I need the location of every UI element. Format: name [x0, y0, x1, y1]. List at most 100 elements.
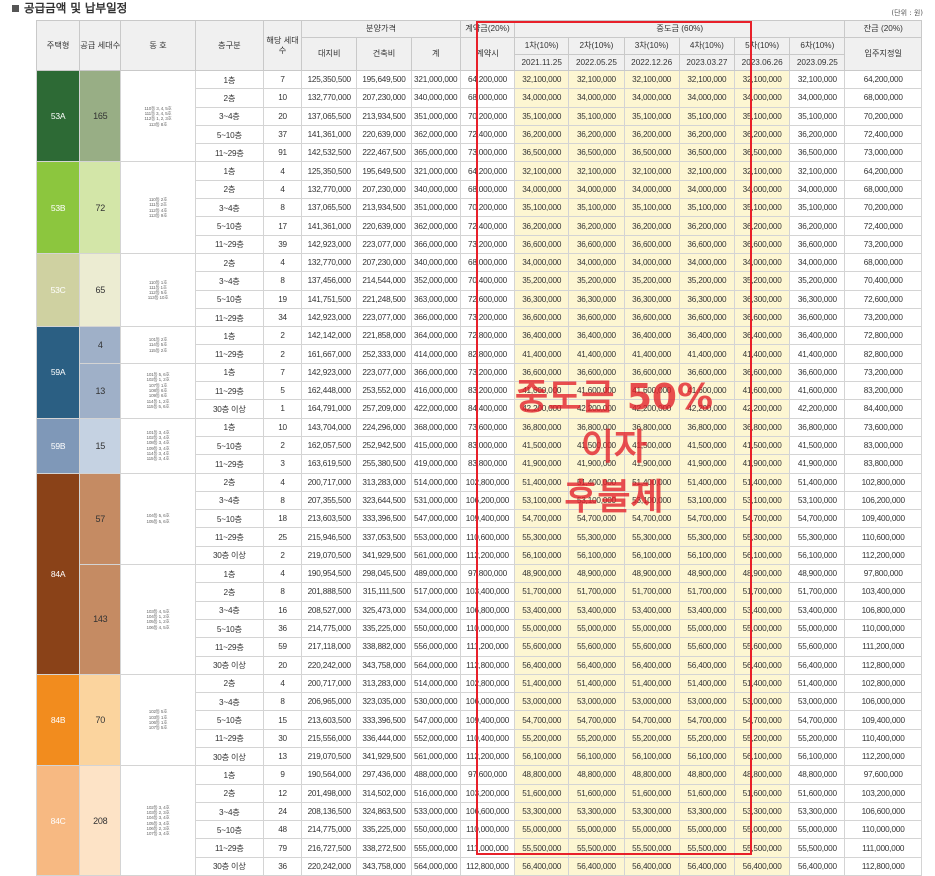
land-price-cell: 142,142,000 [301, 326, 358, 346]
building-price-cell: 315,111,500 [356, 582, 412, 602]
middle-payment-cell: 48,900,000 [678, 564, 736, 584]
floor-cell: 5~10층 [194, 216, 264, 236]
middle-payment-cell: 36,500,000 [568, 143, 625, 163]
middle-payment-cell: 35,200,000 [678, 271, 736, 291]
middle-payment-cell: 51,400,000 [623, 673, 680, 694]
middle-payment-cell: 48,900,000 [568, 564, 625, 584]
middle-payment-cell: 53,300,000 [568, 801, 625, 822]
total-price-cell: 416,000,000 [410, 381, 461, 401]
middle-payment-cell: 53,400,000 [734, 600, 791, 620]
middle-payment-cell: 55,200,000 [514, 728, 570, 748]
middle-payment-cell: 36,300,000 [734, 289, 791, 309]
middle-payment-6-cell: 36,600,000 [789, 362, 846, 383]
units-cell: 4 [262, 673, 303, 694]
units-cell: 12 [262, 783, 303, 803]
middle-payment-6-cell: 51,400,000 [789, 673, 846, 694]
middle-payment-cell: 34,000,000 [623, 179, 680, 200]
middle-payment-cell: 32,100,000 [514, 161, 570, 181]
deposit-cell: 73,200,000 [459, 307, 516, 328]
middle-payment-cell: 53,300,000 [623, 801, 680, 822]
middle-payment-cell: 55,300,000 [678, 527, 736, 547]
units-cell: 79 [262, 838, 303, 858]
middle-payment-cell: 34,000,000 [734, 88, 791, 108]
middle-payment-cell: 53,100,000 [514, 490, 570, 511]
middle-payment-cell: 36,800,000 [568, 417, 625, 437]
middle-payment-cell: 41,500,000 [623, 435, 680, 456]
middle-payment-cell: 41,500,000 [568, 435, 625, 456]
balance-cell: 97,600,000 [844, 765, 922, 785]
land-price-cell: 220,242,000 [301, 856, 358, 876]
middle-payment-cell: 55,500,000 [514, 838, 570, 858]
middle-payment-cell: 36,600,000 [623, 307, 680, 328]
building-price-cell: 224,296,000 [356, 417, 412, 437]
th-balance-sub: 입주지정일 [844, 37, 922, 71]
land-price-cell: 206,965,000 [301, 692, 358, 712]
middle-payment-cell: 36,800,000 [678, 417, 736, 437]
middle-payment-cell: 36,600,000 [568, 234, 625, 254]
middle-payment-cell: 51,700,000 [623, 582, 680, 602]
middle-payment-cell: 54,700,000 [514, 509, 570, 529]
middle-payment-cell: 36,600,000 [514, 362, 570, 383]
floor-cell: 5~10층 [194, 618, 264, 639]
units-cell: 7 [262, 362, 303, 383]
middle-payment-cell: 51,400,000 [678, 472, 736, 492]
floor-cell: 3~4층 [194, 692, 264, 712]
deposit-cell: 110,400,000 [459, 728, 516, 748]
middle-payment-cell: 35,100,000 [568, 198, 625, 218]
middle-payment-cell: 51,700,000 [678, 582, 736, 602]
floor-cell: 30층 이상 [194, 399, 264, 419]
middle-payment-cell: 48,800,000 [734, 765, 791, 785]
building-price-cell: 341,929,500 [356, 545, 412, 566]
total-price-cell: 552,000,000 [410, 728, 461, 748]
middle-payment-cell: 36,400,000 [623, 326, 680, 346]
middle-payment-cell: 51,700,000 [734, 582, 791, 602]
total-price-cell: 351,000,000 [410, 198, 461, 218]
balance-cell: 109,400,000 [844, 710, 922, 730]
deposit-cell: 110,000,000 [459, 820, 516, 840]
building-price-cell: 207,230,000 [356, 88, 412, 108]
middle-payment-cell: 36,300,000 [514, 289, 570, 309]
housing-type-cell: 59A [35, 326, 81, 419]
middle-payment-cell: 54,700,000 [734, 509, 791, 529]
unit-note: (단위 : 원) [891, 9, 923, 17]
middle-payment-cell: 51,600,000 [623, 783, 680, 803]
middle-payment-cell: 54,700,000 [623, 710, 680, 730]
middle-payment-cell: 41,600,000 [568, 381, 625, 401]
total-price-cell: 550,000,000 [410, 618, 461, 639]
total-price-cell: 419,000,000 [410, 454, 461, 474]
middle-payment-cell: 51,600,000 [734, 783, 791, 803]
middle-payment-6-cell: 56,400,000 [789, 655, 846, 675]
units-cell: 15 [262, 710, 303, 730]
middle-payment-cell: 41,600,000 [623, 381, 680, 401]
middle-payment-cell: 34,000,000 [514, 88, 570, 108]
floor-cell: 5~10층 [194, 289, 264, 309]
middle-payment-cell: 34,000,000 [568, 252, 625, 273]
middle-payment-cell: 41,400,000 [514, 344, 570, 364]
total-price-cell: 530,000,000 [410, 692, 461, 712]
building-price-cell: 220,639,000 [356, 124, 412, 145]
units-cell: 59 [262, 637, 303, 657]
building-price-cell: 213,934,500 [356, 106, 412, 126]
balance-cell: 103,400,000 [844, 582, 922, 602]
units-cell: 18 [262, 509, 303, 529]
floor-cell: 11~29층 [194, 637, 264, 657]
housing-type-cell: 53A [35, 69, 81, 163]
deposit-cell: 83,000,000 [459, 435, 516, 456]
middle-payment-cell: 54,700,000 [678, 509, 736, 529]
deposit-cell: 72,800,000 [459, 326, 516, 346]
balance-cell: 110,000,000 [844, 618, 922, 639]
building-price-cell: 220,639,000 [356, 216, 412, 236]
middle-payment-cell: 34,000,000 [514, 252, 570, 273]
deposit-cell: 110,600,000 [459, 527, 516, 547]
middle-payment-cell: 51,400,000 [678, 673, 736, 694]
balance-cell: 68,000,000 [844, 179, 922, 200]
land-price-cell: 142,923,000 [301, 234, 358, 254]
land-price-cell: 162,448,000 [301, 381, 358, 401]
deposit-cell: 73,000,000 [459, 143, 516, 163]
middle-payment-cell: 34,000,000 [678, 88, 736, 108]
th-date-4: 2023.03.27 [678, 54, 736, 71]
middle-payment-cell: 36,600,000 [514, 307, 570, 328]
units-cell: 8 [262, 692, 303, 712]
dong-ho-line: 107동 3, 4호 [146, 831, 170, 837]
middle-payment-cell: 41,900,000 [623, 454, 680, 474]
